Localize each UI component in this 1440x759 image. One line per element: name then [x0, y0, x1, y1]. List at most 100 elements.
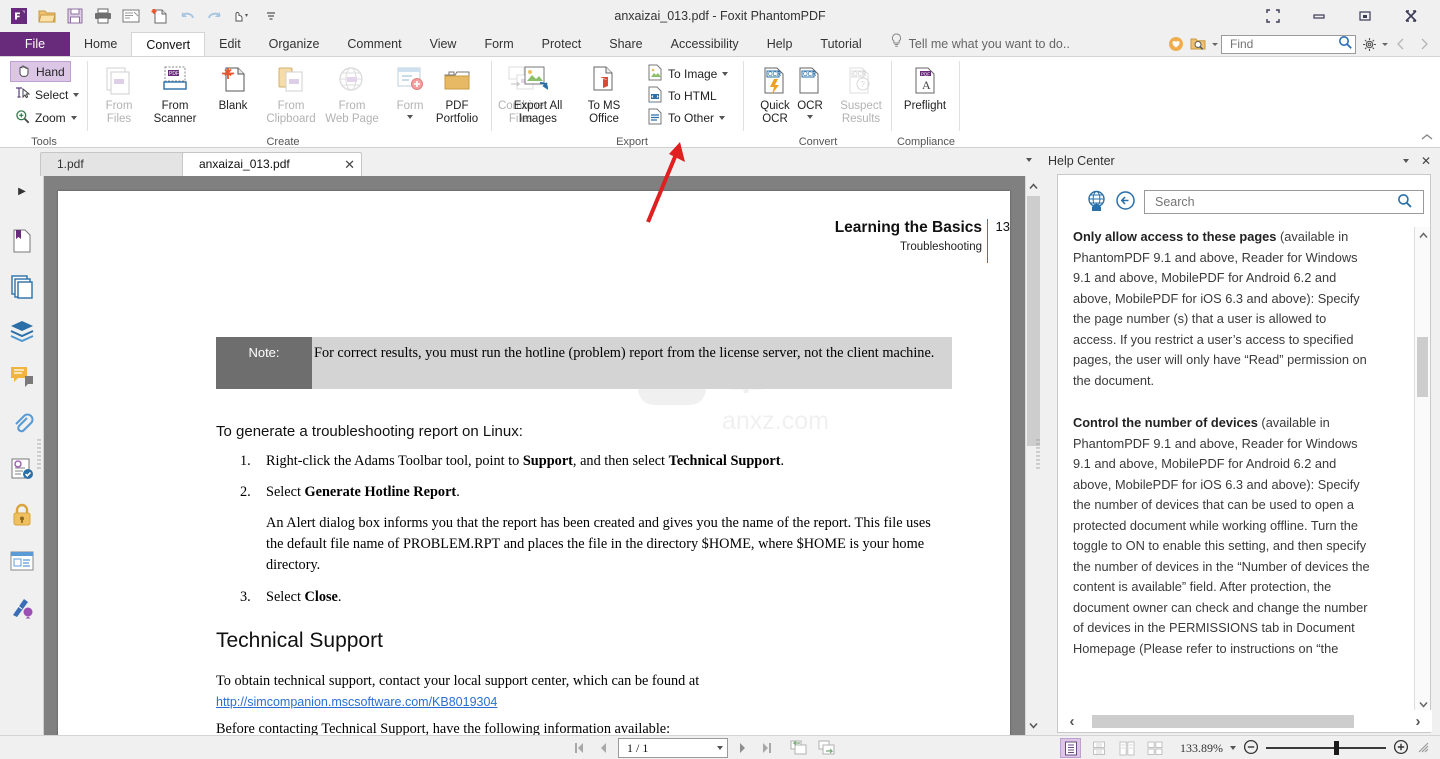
scrollbar-thumb[interactable] — [1027, 196, 1040, 446]
from-web-page-button[interactable]: From Web Page — [323, 61, 381, 131]
select-tool[interactable]: Select — [10, 84, 84, 105]
form-caret-icon[interactable] — [407, 115, 413, 119]
previous-view-button[interactable] — [788, 738, 810, 758]
search-folder-icon[interactable] — [1189, 34, 1209, 54]
zoom-slider[interactable] — [1266, 741, 1386, 755]
chevron-down-icon[interactable] — [1398, 153, 1414, 169]
layers-icon[interactable] — [7, 316, 37, 346]
collapse-ribbon-button[interactable] — [1420, 132, 1434, 145]
fields-icon[interactable] — [7, 546, 37, 576]
doc-tab-anxaizai013pdf[interactable]: anxaizai_013.pdf ✕ — [182, 152, 362, 176]
comments-icon[interactable] — [7, 362, 37, 392]
find-input[interactable] — [1228, 36, 1338, 52]
tab-home[interactable]: Home — [70, 32, 131, 56]
help-search-box[interactable] — [1144, 190, 1424, 214]
help-scroll-right-button[interactable]: › — [1404, 713, 1432, 730]
select-caret-icon[interactable] — [73, 92, 80, 97]
next-page-button[interactable] — [734, 738, 752, 758]
tab-accessibility[interactable]: Accessibility — [657, 32, 753, 56]
help-search-icon[interactable] — [1397, 193, 1413, 212]
document-view[interactable]: Learning the Basics Troubleshooting 13 a… — [44, 176, 1040, 735]
search-scope-caret-icon[interactable] — [1212, 42, 1218, 46]
signatures-icon[interactable] — [7, 454, 37, 484]
tab-comment[interactable]: Comment — [333, 32, 415, 56]
tell-me-box[interactable]: Tell me what you want to do.. — [876, 32, 1084, 56]
doc-tab-1pdf[interactable]: 1.pdf — [40, 152, 190, 176]
zoom-caret-icon[interactable] — [70, 115, 77, 120]
pages-icon[interactable] — [7, 271, 37, 301]
next-view-button[interactable] — [816, 738, 838, 758]
tab-form[interactable]: Form — [470, 32, 527, 56]
expand-panel-icon[interactable]: ▶ — [0, 186, 44, 197]
pdf-portfolio-button[interactable]: PDF Portfolio — [424, 61, 490, 131]
previous-page-button[interactable] — [594, 738, 612, 758]
heart-icon[interactable] — [1166, 34, 1186, 54]
close-button[interactable] — [1388, 1, 1434, 31]
last-page-button[interactable] — [758, 738, 776, 758]
stamp-icon[interactable] — [7, 591, 37, 621]
tab-edit[interactable]: Edit — [205, 32, 255, 56]
from-clipboard-button[interactable]: From Clipboard — [262, 61, 320, 131]
help-search-input[interactable] — [1153, 194, 1397, 210]
first-page-button[interactable] — [570, 738, 588, 758]
continuous-facing-view-button[interactable] — [1144, 738, 1165, 758]
page-dropdown-caret-icon[interactable] — [717, 746, 723, 750]
next-view-button[interactable] — [1414, 34, 1434, 54]
tab-tutorial[interactable]: Tutorial — [806, 32, 875, 56]
resize-grip-icon[interactable] — [1416, 740, 1430, 757]
close-icon[interactable]: ✕ — [344, 157, 355, 172]
document-vertical-scrollbar[interactable] — [1025, 176, 1040, 735]
minimize-button[interactable] — [1296, 1, 1342, 31]
zoom-dropdown-caret-icon[interactable] — [1230, 746, 1236, 750]
from-files-button[interactable]: From Files — [90, 61, 148, 131]
zoom-slider-thumb[interactable] — [1334, 741, 1339, 755]
continuous-view-button[interactable] — [1088, 738, 1109, 758]
support-link[interactable]: http://simcompanion.mscsoftware.com/KB80… — [216, 695, 497, 709]
from-scanner-button[interactable]: PDF From Scanner — [146, 61, 204, 131]
tab-protect[interactable]: Protect — [528, 32, 596, 56]
tab-view[interactable]: View — [416, 32, 471, 56]
help-horizontal-scrollbar[interactable]: ‹ › — [1058, 710, 1432, 732]
single-page-view-button[interactable] — [1060, 738, 1081, 758]
close-icon[interactable]: ✕ — [1418, 153, 1434, 169]
attachments-icon[interactable] — [7, 408, 37, 438]
help-scroll-left-button[interactable]: ‹ — [1058, 713, 1086, 730]
help-hscrollbar-thumb[interactable] — [1092, 714, 1354, 728]
back-arrow-icon[interactable] — [1115, 190, 1136, 214]
help-vertical-scrollbar[interactable] — [1414, 227, 1430, 712]
settings-caret-icon[interactable] — [1382, 42, 1388, 46]
security-icon[interactable] — [7, 500, 37, 530]
ocr-caret-icon[interactable] — [807, 115, 813, 119]
facing-view-button[interactable] — [1116, 738, 1137, 758]
blank-button[interactable]: Blank — [204, 61, 262, 131]
suspect-results-button[interactable]: OCR? Suspect Results — [832, 61, 890, 131]
panel-resize-grip[interactable] — [37, 438, 41, 474]
to-image-caret-icon[interactable] — [722, 72, 729, 76]
scroll-up-button[interactable] — [1026, 178, 1040, 194]
to-image-button[interactable]: To Image — [647, 63, 729, 85]
to-ms-office-button[interactable]: To MS Office — [576, 61, 632, 131]
previous-view-button[interactable] — [1391, 34, 1411, 54]
ocr-button[interactable]: OCR OCR — [790, 61, 830, 131]
page-number-input[interactable]: 1 / 1 — [618, 738, 728, 758]
find-search-icon[interactable] — [1338, 35, 1353, 53]
zoom-tool[interactable]: Zoom — [10, 107, 82, 128]
help-hscroll-track[interactable] — [1086, 714, 1404, 728]
zoom-level-value[interactable]: 133.89% — [1180, 741, 1223, 756]
globe-home-icon[interactable] — [1086, 190, 1107, 214]
fullscreen-button[interactable] — [1250, 1, 1296, 31]
preflight-button[interactable]: PDF A Preflight — [896, 61, 954, 131]
to-other-button[interactable]: To Other — [647, 107, 726, 129]
hand-tool[interactable]: Hand — [10, 61, 71, 82]
scroll-down-button[interactable] — [1026, 717, 1040, 733]
find-box[interactable] — [1221, 34, 1356, 54]
to-html-button[interactable]: To HTML — [647, 85, 717, 107]
tab-file[interactable]: File — [0, 32, 70, 56]
zoom-out-button[interactable] — [1243, 739, 1259, 758]
export-all-images-button[interactable]: Export All Images — [504, 61, 572, 131]
help-scroll-up-button[interactable] — [1415, 227, 1431, 243]
tab-convert[interactable]: Convert — [131, 32, 206, 56]
restore-button[interactable] — [1342, 1, 1388, 31]
tab-organize[interactable]: Organize — [255, 32, 334, 56]
tab-help[interactable]: Help — [753, 32, 807, 56]
